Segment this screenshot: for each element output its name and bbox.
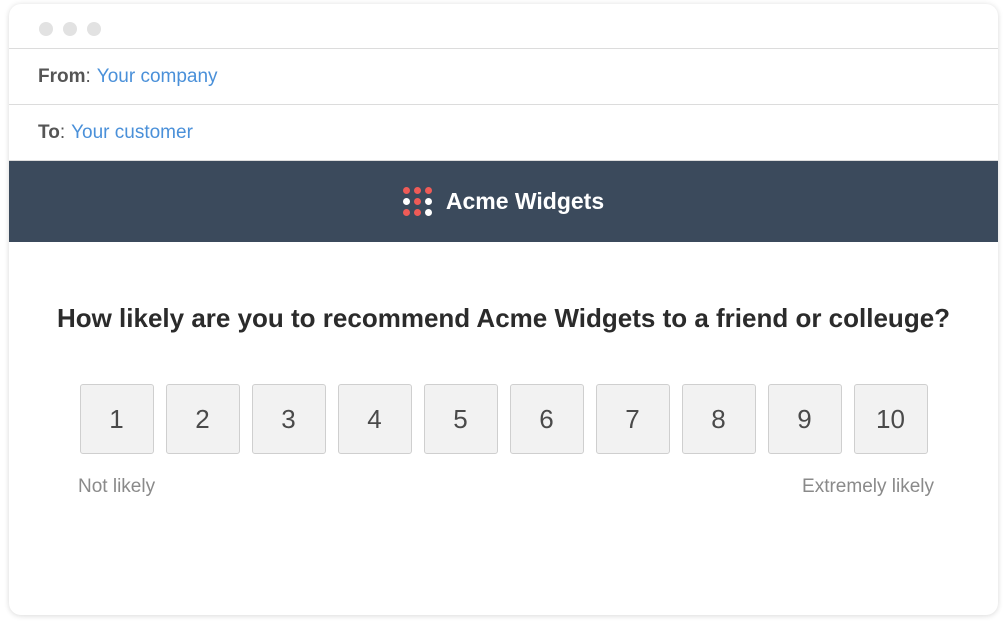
to-separator: :	[59, 121, 66, 143]
scale-low-label: Not likely	[78, 476, 156, 497]
logo-dot	[424, 187, 432, 194]
score-button-9[interactable]: 9	[767, 384, 842, 454]
logo-dot	[413, 187, 421, 194]
score-button-7[interactable]: 7	[595, 384, 670, 454]
score-button-10[interactable]: 10	[853, 384, 928, 454]
close-dot-icon[interactable]	[39, 22, 53, 36]
score-button-3[interactable]: 3	[251, 384, 326, 454]
logo-dot	[424, 209, 432, 216]
from-value[interactable]: Your company	[97, 66, 218, 88]
scale-high-label: Extremely likely	[802, 476, 934, 497]
score-button-4[interactable]: 4	[337, 384, 412, 454]
window-controls	[39, 22, 101, 36]
score-button-1[interactable]: 1	[79, 384, 154, 454]
window-titlebar	[9, 4, 998, 49]
logo-dot	[402, 209, 410, 216]
logo-dot	[402, 198, 410, 205]
maximize-dot-icon[interactable]	[87, 22, 101, 36]
from-label: From	[38, 65, 86, 87]
survey-question: How likely are you to recommend Acme Wid…	[56, 303, 951, 333]
to-label: To	[38, 121, 60, 143]
brand-header: Acme Widgets	[9, 161, 998, 242]
logo-dot	[413, 209, 421, 216]
score-button-5[interactable]: 5	[423, 384, 498, 454]
logo-dot	[402, 187, 410, 194]
to-value[interactable]: Your customer	[71, 122, 193, 144]
score-scale: 1 2 3 4 5 6 7 8 9 10	[9, 384, 998, 454]
email-window: From: Your company To: Your customer Acm…	[9, 4, 998, 615]
nps-survey: How likely are you to recommend Acme Wid…	[9, 303, 998, 506]
logo-dot	[424, 198, 432, 205]
from-row: From: Your company	[9, 49, 998, 105]
scale-labels: Not likely Extremely likely	[9, 476, 998, 506]
score-button-8[interactable]: 8	[681, 384, 756, 454]
logo-dot	[413, 198, 421, 205]
minimize-dot-icon[interactable]	[63, 22, 77, 36]
to-row: To: Your customer	[9, 105, 998, 161]
score-button-2[interactable]: 2	[165, 384, 240, 454]
score-button-6[interactable]: 6	[509, 384, 584, 454]
dot-grid-logo-icon	[402, 187, 432, 216]
brand-name: Acme Widgets	[445, 188, 605, 214]
from-separator: :	[85, 65, 91, 87]
